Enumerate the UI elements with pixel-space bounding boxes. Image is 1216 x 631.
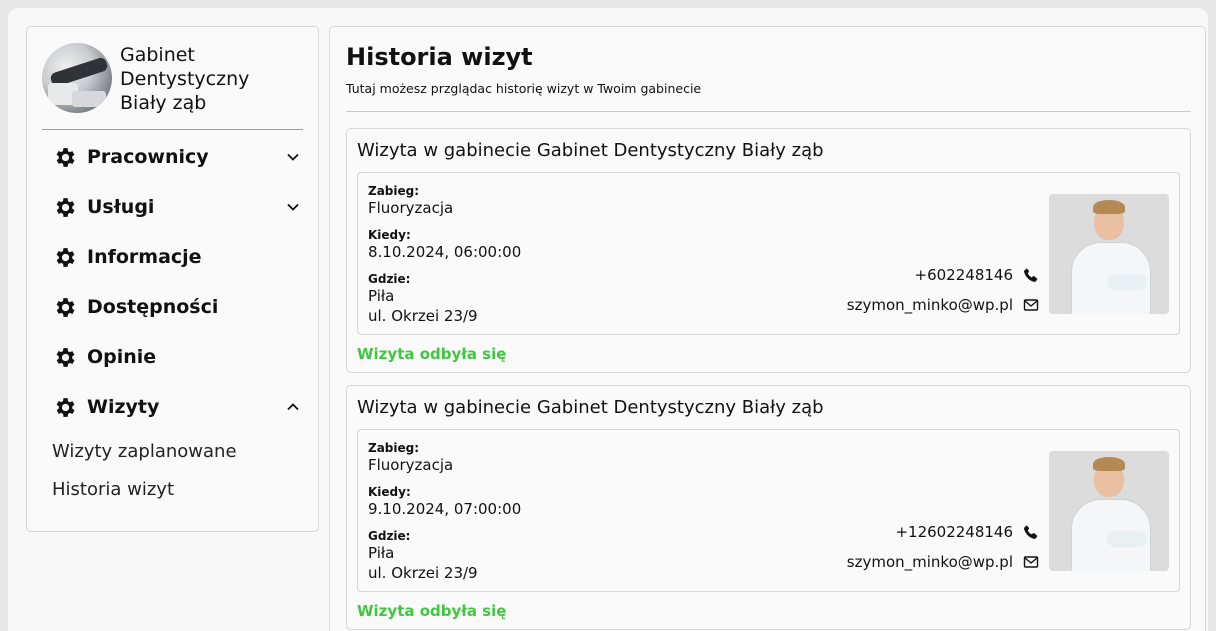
clinic-name: Gabinet Dentystyczny Biały ząb [120, 44, 250, 114]
sub-item-historia-wizyt[interactable]: Historia wizyt [52, 479, 174, 500]
phone-number: +12602248146 [895, 523, 1013, 541]
nav-item-wizyty[interactable]: Wizyty [52, 392, 300, 422]
mail-icon [1023, 556, 1039, 568]
when-label: Kiedy: [368, 228, 411, 242]
phone-icon [1024, 268, 1038, 282]
procedure-value: Fluoryzacja [368, 456, 454, 474]
clinic-header: Gabinet Dentystyczny Biały ząb [42, 43, 302, 129]
main-panel: Historia wizyt Tutaj możesz przglądac hi… [329, 26, 1206, 631]
nav-label: Dostępności [87, 296, 219, 318]
procedure-label: Zabieg: [368, 441, 420, 455]
city-value: Piła [368, 287, 395, 305]
gear-icon [56, 347, 75, 367]
clinic-logo [42, 43, 112, 113]
phone-contact[interactable]: +12602248146 [895, 523, 1039, 541]
nav-item-dostepnosci[interactable]: Dostępności [52, 292, 300, 322]
gear-icon [56, 397, 75, 417]
email-contact[interactable]: szymon_minko@wp.pl [847, 296, 1039, 314]
where-label: Gdzie: [368, 529, 411, 543]
nav-item-opinie[interactable]: Opinie [52, 342, 300, 372]
nav-item-pracownicy[interactable]: Pracownicy [52, 142, 300, 172]
email-address: szymon_minko@wp.pl [846, 553, 1013, 571]
visit-card: Wizyta w gabinecie Gabinet Dentystyczny … [346, 385, 1191, 630]
phone-number: +602248146 [914, 266, 1013, 284]
when-value: 8.10.2024, 06:00:00 [368, 243, 522, 261]
address-value: ul. Okrzei 23/9 [368, 564, 478, 582]
mail-icon [1023, 299, 1039, 311]
nav-label: Opinie [87, 346, 157, 368]
email-contact[interactable]: szymon_minko@wp.pl [847, 553, 1039, 571]
phone-icon [1024, 525, 1038, 539]
gear-icon [56, 147, 75, 167]
visit-details: Zabieg: Fluoryzacja Kiedy: 9.10.2024, 07… [357, 429, 1180, 592]
sidebar-divider [42, 129, 303, 130]
phone-contact[interactable]: +602248146 [915, 266, 1039, 284]
nav-label: Informacje [87, 246, 202, 268]
visit-title: Wizyta w gabinecie Gabinet Dentystyczny … [357, 397, 824, 418]
dentist-photo [1049, 194, 1169, 314]
where-label: Gdzie: [368, 272, 411, 286]
gear-icon [56, 297, 75, 317]
visit-title: Wizyta w gabinecie Gabinet Dentystyczny … [357, 140, 824, 161]
visit-status: Wizyta odbyła się [357, 602, 507, 620]
city-value: Piła [368, 544, 395, 562]
page-subtitle: Tutaj możesz przglądac historię wizyt w … [346, 81, 702, 96]
chevron-up-icon[interactable] [286, 400, 300, 414]
when-value: 9.10.2024, 07:00:00 [368, 500, 522, 518]
sidebar: Gabinet Dentystyczny Biały ząb Pracownic… [26, 26, 319, 532]
procedure-label: Zabieg: [368, 184, 420, 198]
page-title: Historia wizyt [346, 43, 533, 71]
email-address: szymon_minko@wp.pl [846, 296, 1013, 314]
when-label: Kiedy: [368, 485, 411, 499]
app-window: Gabinet Dentystyczny Biały ząb Pracownic… [8, 8, 1208, 631]
address-value: ul. Okrzei 23/9 [368, 307, 478, 325]
chevron-down-icon[interactable] [286, 200, 300, 214]
dentist-photo [1049, 451, 1169, 571]
gear-icon [56, 247, 75, 267]
nav-label: Pracownicy [87, 146, 209, 168]
visit-card: Wizyta w gabinecie Gabinet Dentystyczny … [346, 128, 1191, 373]
gear-icon [56, 197, 75, 217]
nav-item-uslugi[interactable]: Usługi [52, 192, 300, 222]
nav-item-informacje[interactable]: Informacje [52, 242, 300, 272]
main-divider [346, 111, 1191, 112]
visit-status: Wizyta odbyła się [357, 345, 507, 363]
chevron-down-icon[interactable] [286, 150, 300, 164]
nav-label: Usługi [87, 196, 155, 218]
nav-label: Wizyty [87, 396, 160, 418]
visit-details: Zabieg: Fluoryzacja Kiedy: 8.10.2024, 06… [357, 172, 1180, 335]
procedure-value: Fluoryzacja [368, 199, 454, 217]
sub-item-wizyty-zaplanowane[interactable]: Wizyty zaplanowane [52, 441, 237, 462]
